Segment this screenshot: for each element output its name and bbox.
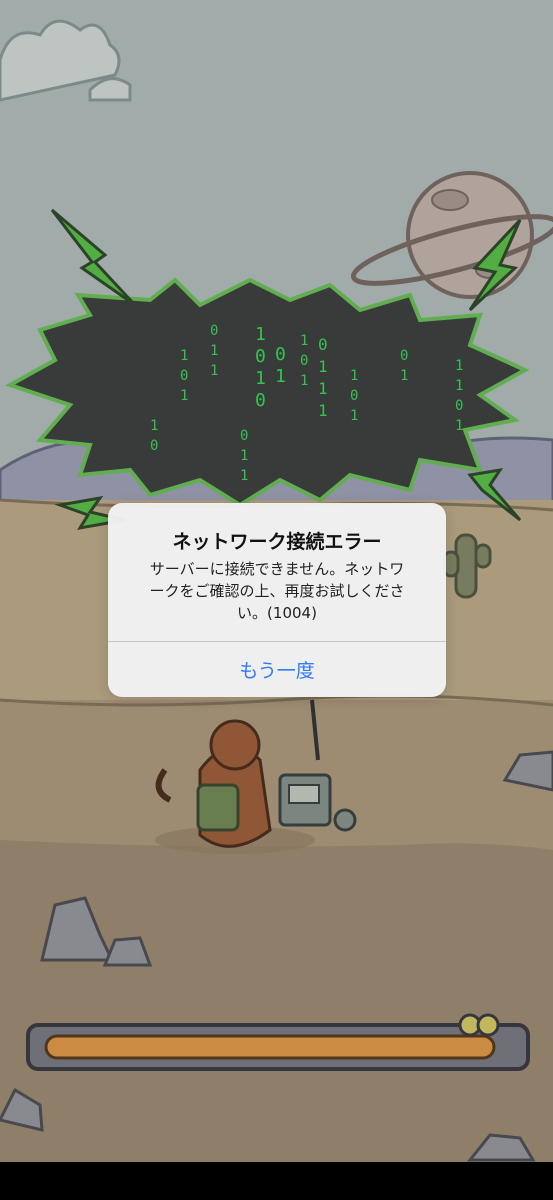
dialog-title: ネットワーク接続エラー <box>172 531 382 553</box>
retry-button[interactable]: もう一度 <box>108 642 446 697</box>
network-error-dialog: ネットワーク接続エラー サーバーに接続できません。ネットワークをご確認の上、再度… <box>108 503 446 697</box>
bottom-bar <box>0 1162 553 1200</box>
dialog-message: サーバーに接続できません。ネットワークをご確認の上、再度お試しください。(100… <box>149 560 405 622</box>
